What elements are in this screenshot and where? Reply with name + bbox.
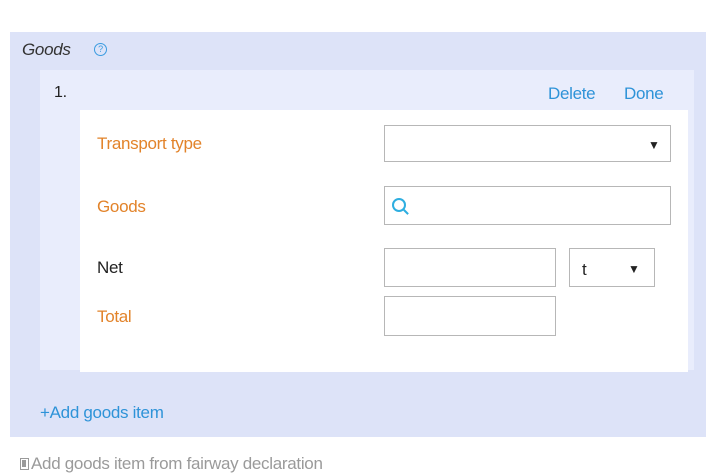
delete-link[interactable]: Delete <box>548 84 596 104</box>
add-goods-item-link[interactable]: +Add goods item <box>40 403 164 423</box>
goods-search-input[interactable] <box>384 186 671 225</box>
goods-label: Goods <box>97 197 146 216</box>
net-input[interactable] <box>384 248 556 287</box>
chevron-down-icon: ▼ <box>648 138 660 152</box>
done-link[interactable]: Done <box>624 84 664 104</box>
net-unit-value: t <box>582 260 587 279</box>
add-from-fairway-declaration-label: Add goods item from fairway declaration <box>31 454 323 473</box>
chevron-down-icon: ▼ <box>628 262 640 276</box>
section-title: Goods <box>22 40 71 59</box>
transport-type-select[interactable]: ▼ <box>384 125 671 162</box>
search-icon <box>392 198 406 212</box>
net-label: Net <box>97 258 123 277</box>
item-number: 1. <box>54 84 67 101</box>
total-input[interactable] <box>384 296 556 336</box>
help-icon[interactable]: ? <box>94 43 107 56</box>
total-label: Total <box>97 307 132 326</box>
document-icon <box>20 458 29 470</box>
add-from-fairway-declaration-link[interactable]: Add goods item from fairway declaration <box>20 454 323 474</box>
transport-type-label: Transport type <box>97 134 202 153</box>
